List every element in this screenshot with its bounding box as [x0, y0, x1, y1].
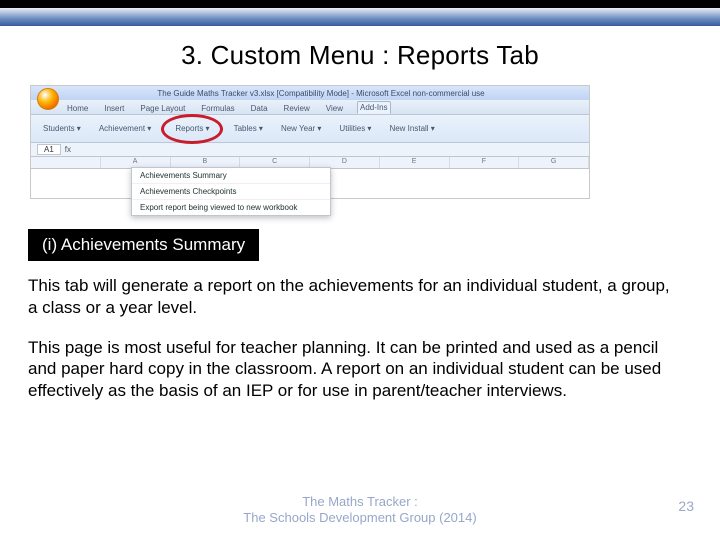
slide-title: 3. Custom Menu : Reports Tab [0, 26, 720, 85]
dropdown-item-achievements-checkpoints[interactable]: Achievements Checkpoints [132, 184, 330, 200]
top-black-bar [0, 0, 720, 8]
page-number: 23 [678, 498, 694, 514]
col-e[interactable]: E [380, 157, 450, 168]
fx-icon[interactable]: fx [65, 145, 71, 154]
tab-data[interactable]: Data [249, 103, 270, 114]
dropdown-item-export-report[interactable]: Export report being viewed to new workbo… [132, 200, 330, 215]
tab-addins[interactable]: Add-Ins [357, 101, 391, 114]
ribbon-newinstall[interactable]: New Install ▾ [389, 124, 434, 133]
body-text: This tab will generate a report on the a… [0, 275, 720, 402]
ribbon-reports-label: Reports ▾ [175, 124, 209, 133]
ribbon-achievement[interactable]: Achievement ▾ [99, 124, 151, 133]
reports-dropdown: Achievements Summary Achievements Checkp… [131, 167, 331, 216]
footer-line-2: The Schools Development Group (2014) [243, 510, 476, 526]
tab-insert[interactable]: Insert [102, 103, 126, 114]
excel-ribbon-tabs: Home Insert Page Layout Formulas Data Re… [31, 100, 589, 115]
footer: The Maths Tracker : The Schools Developm… [0, 494, 720, 527]
tab-review[interactable]: Review [282, 103, 312, 114]
footer-text: The Maths Tracker : The Schools Developm… [243, 494, 476, 527]
paragraph-2: This page is most useful for teacher pla… [28, 337, 680, 402]
ribbon-tables[interactable]: Tables ▾ [234, 124, 263, 133]
name-box[interactable]: A1 [37, 144, 61, 155]
col-g[interactable]: G [519, 157, 589, 168]
excel-screenshot: The Guide Maths Tracker v3.xlsx [Compati… [30, 85, 590, 199]
dropdown-item-achievements-summary[interactable]: Achievements Summary [132, 168, 330, 184]
excel-ribbon: Students ▾ Achievement ▾ Reports ▾ Table… [31, 115, 589, 143]
ribbon-reports[interactable]: Reports ▾ [169, 122, 215, 135]
col-corner[interactable] [31, 157, 101, 168]
excel-window-title: The Guide Maths Tracker v3.xlsx [Compati… [57, 89, 585, 98]
footer-line-1: The Maths Tracker : [243, 494, 476, 510]
ribbon-utilities[interactable]: Utilities ▾ [339, 124, 371, 133]
paragraph-1: This tab will generate a report on the a… [28, 275, 680, 319]
slide: 3. Custom Menu : Reports Tab The Guide M… [0, 0, 720, 540]
section-label: (i) Achievements Summary [28, 229, 259, 261]
ribbon-newyear[interactable]: New Year ▾ [281, 124, 321, 133]
formula-bar: A1 fx [31, 143, 589, 157]
tab-home[interactable]: Home [65, 103, 90, 114]
tab-formulas[interactable]: Formulas [199, 103, 236, 114]
gradient-bar [0, 8, 720, 26]
office-button-icon[interactable] [37, 88, 59, 110]
col-f[interactable]: F [450, 157, 520, 168]
tab-page-layout[interactable]: Page Layout [138, 103, 187, 114]
ribbon-students[interactable]: Students ▾ [43, 124, 81, 133]
excel-titlebar: The Guide Maths Tracker v3.xlsx [Compati… [31, 86, 589, 100]
tab-view[interactable]: View [324, 103, 345, 114]
